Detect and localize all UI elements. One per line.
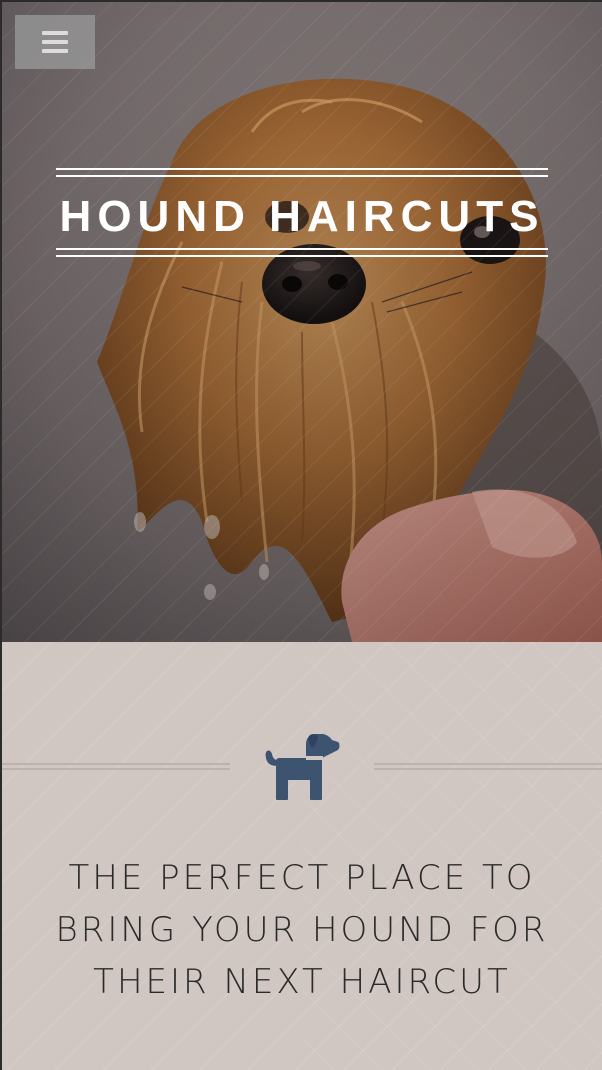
divider-left xyxy=(2,763,230,771)
title-bottom-rule xyxy=(56,248,548,258)
title-top-rule xyxy=(56,168,548,178)
divider-right xyxy=(374,763,602,771)
tagline: THE PERFECT PLACE TO BRING YOUR HOUND FO… xyxy=(22,852,582,1008)
tagline-line-3: THEIR NEXT HAIRCUT xyxy=(93,962,511,1002)
hero-section: HOUND HAIRCUTS xyxy=(2,2,602,642)
site-title[interactable]: HOUND HAIRCUTS xyxy=(56,178,548,248)
hero-dog-photo xyxy=(2,2,602,642)
tagline-line-2: BRING YOUR HOUND FOR xyxy=(55,910,549,950)
menu-button[interactable] xyxy=(15,15,95,69)
site-title-block: HOUND HAIRCUTS xyxy=(56,168,548,258)
intro-section: THE PERFECT PLACE TO BRING YOUR HOUND FO… xyxy=(2,642,602,1070)
hamburger-icon xyxy=(42,31,68,53)
page: HOUND HAIRCUTS THE PERFECT PLACE TO BRIN… xyxy=(2,2,602,1070)
tagline-line-1: THE PERFECT PLACE TO xyxy=(68,858,536,898)
dog-icon xyxy=(265,734,340,800)
